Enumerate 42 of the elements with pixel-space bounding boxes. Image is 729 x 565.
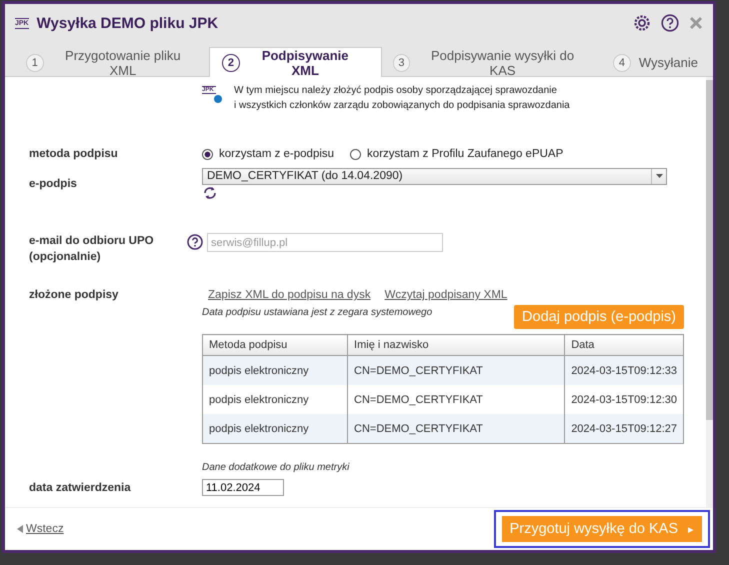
field-label: metoda podpisu xyxy=(29,148,118,160)
column-header: Data xyxy=(564,334,684,356)
certificate-dropdown[interactable]: DEMO_CERTYFIKAT (do 14.04.2090) xyxy=(202,168,667,184)
table-cell: 2024-03-15T09:12:33 xyxy=(564,356,684,385)
table-cell: podpis elektroniczny xyxy=(202,356,348,385)
step-tab[interactable]: 3 Podpisywanie wysyłki do KAS xyxy=(382,47,602,77)
dropdown-arrow-icon xyxy=(656,174,662,178)
link[interactable]: Wczytaj podpisany XML xyxy=(384,289,508,301)
step-tab[interactable]: 4 Wysyłanie xyxy=(602,47,713,77)
column-header: Metoda podpisu xyxy=(202,334,348,356)
step-tab[interactable]: 2 Podpisywanie XML xyxy=(209,47,382,77)
table-cell: 2024-03-15T09:12:27 xyxy=(564,414,684,444)
radio-option[interactable]: korzystam z e-podpisu xyxy=(202,148,334,160)
help-icon[interactable] xyxy=(661,14,679,32)
step-number: 1 xyxy=(26,54,44,72)
field-label: data zatwierdzenia xyxy=(29,482,131,494)
note-text: Dane dodatkowe do pliku metryki xyxy=(202,462,350,473)
field-label: złożone podpisy xyxy=(29,289,118,301)
scrollbar-thumb[interactable] xyxy=(706,80,713,420)
step-number: 4 xyxy=(612,54,631,72)
email-field[interactable]: serwis@fillup.pl xyxy=(207,233,443,252)
column-header: Imię i nazwisko xyxy=(348,334,565,356)
radio-option[interactable]: korzystam z Profilu Zaufanego ePUAP xyxy=(350,148,564,160)
table-cell: CN=DEMO_CERTYFIKAT xyxy=(348,414,565,444)
step-number: 3 xyxy=(392,54,410,72)
refresh-icon[interactable] xyxy=(202,184,218,200)
step-tab[interactable]: 1 Przygotowanie pliku XML xyxy=(15,47,210,77)
field-label: e-podpis xyxy=(29,178,77,190)
info-text: W tym miejscu należy złożyć podpis osoby sporządzającej sprawozdanie i wszystkich członków zarządu zobowiązanych do podpisania sprawozdania xyxy=(234,84,570,113)
date-field[interactable]: 11.02.2024 xyxy=(202,479,284,496)
back-link[interactable]: Wstecz xyxy=(17,523,64,535)
settings-icon[interactable] xyxy=(633,14,651,32)
table-cell: podpis elektroniczny xyxy=(202,414,348,444)
scrollbar[interactable] xyxy=(706,77,713,507)
window-title: Wysyłka DEMO pliku JPK xyxy=(36,14,220,32)
field-label: e-mail do odbioru UPO (opcjonalnie) xyxy=(29,235,154,263)
link[interactable]: Zapisz XML do podpisu na dysk xyxy=(208,289,371,301)
note-text: Data podpisu ustawiana jest z zegara systemowego xyxy=(202,307,432,318)
step-number: 2 xyxy=(222,54,240,72)
help-icon[interactable] xyxy=(187,234,203,250)
table-cell: CN=DEMO_CERTYFIKAT xyxy=(348,356,565,385)
left-triangle-icon xyxy=(17,525,23,533)
